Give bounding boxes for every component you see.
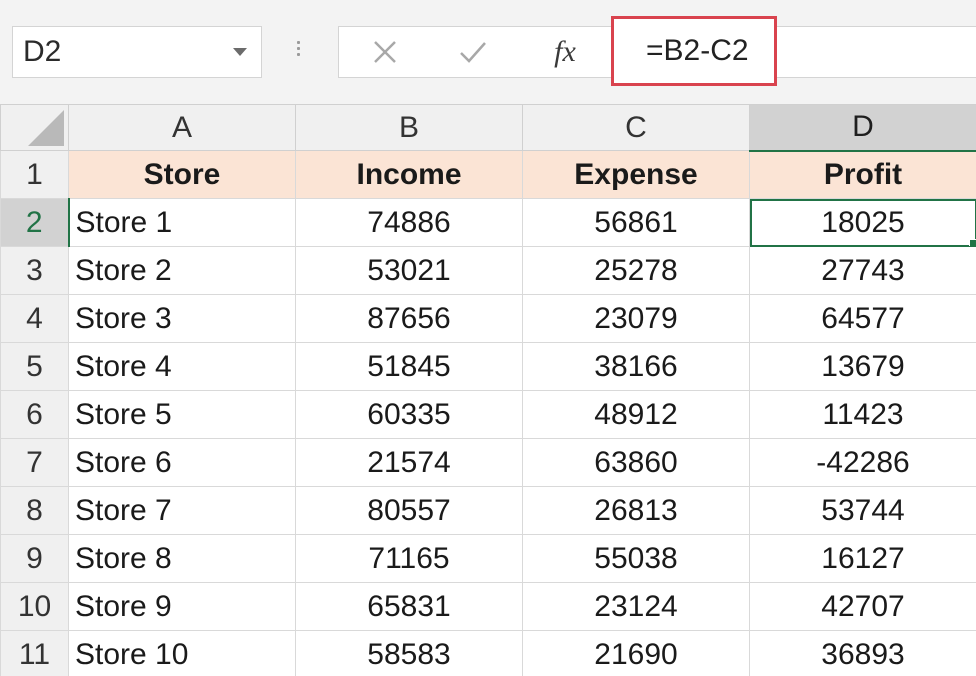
- column-header-b[interactable]: B: [295, 104, 523, 151]
- cell-expense[interactable]: 23124: [522, 582, 750, 631]
- cell-store[interactable]: Store 9: [68, 582, 296, 631]
- cell-store[interactable]: Store 4: [68, 342, 296, 391]
- cell-store[interactable]: Store 5: [68, 390, 296, 439]
- table-row: 10 Store 9 65831 23124 42707: [0, 582, 976, 631]
- header-cell-store[interactable]: Store: [68, 150, 296, 199]
- fill-handle[interactable]: [969, 239, 976, 246]
- table-row: 5 Store 4 51845 38166 13679: [0, 342, 976, 391]
- table-row: 6 Store 5 60335 48912 11423: [0, 390, 976, 439]
- cell-income[interactable]: 87656: [295, 294, 523, 343]
- cell-expense[interactable]: 21690: [522, 630, 750, 676]
- formula-input[interactable]: =B2-C2: [611, 16, 777, 86]
- cell-store[interactable]: Store 8: [68, 534, 296, 583]
- cell-store[interactable]: Store 7: [68, 486, 296, 535]
- cell-profit[interactable]: 53744: [749, 486, 976, 535]
- cell-expense[interactable]: 26813: [522, 486, 750, 535]
- row-header[interactable]: 1: [0, 150, 69, 199]
- select-all-button[interactable]: [0, 104, 69, 151]
- cell-income[interactable]: 65831: [295, 582, 523, 631]
- grip-icon[interactable]: [295, 38, 303, 68]
- column-header-a[interactable]: A: [68, 104, 296, 151]
- name-box[interactable]: D2: [12, 26, 262, 78]
- cell-income[interactable]: 51845: [295, 342, 523, 391]
- table-row: 11 Store 10 58583 21690 36893: [0, 630, 976, 676]
- insert-function-button[interactable]: fx: [535, 27, 595, 77]
- cell-expense[interactable]: 38166: [522, 342, 750, 391]
- fx-icon: fx: [554, 35, 576, 68]
- formula-bar: D2 fx =B2-C2: [0, 0, 976, 104]
- cell-income[interactable]: 53021: [295, 246, 523, 295]
- cell-profit[interactable]: 27743: [749, 246, 976, 295]
- cell-profit[interactable]: 42707: [749, 582, 976, 631]
- header-cell-profit[interactable]: Profit: [749, 150, 976, 199]
- chevron-down-icon[interactable]: [233, 48, 247, 56]
- row-header[interactable]: 9: [0, 534, 69, 583]
- cell-expense[interactable]: 48912: [522, 390, 750, 439]
- row-header[interactable]: 4: [0, 294, 69, 343]
- cell-profit[interactable]: -42286: [749, 438, 976, 487]
- table-row: 7 Store 6 21574 63860 -42286: [0, 438, 976, 487]
- cell-income[interactable]: 71165: [295, 534, 523, 583]
- x-icon: [374, 41, 396, 63]
- cell-profit[interactable]: 36893: [749, 630, 976, 676]
- cell-expense[interactable]: 63860: [522, 438, 750, 487]
- check-icon: [460, 42, 486, 63]
- cell-expense[interactable]: 56861: [522, 198, 750, 247]
- active-cell-profit[interactable]: 18025: [749, 198, 976, 247]
- cell-income[interactable]: 74886: [295, 198, 523, 247]
- select-all-triangle-icon: [28, 110, 64, 146]
- row-header[interactable]: 11: [0, 630, 69, 676]
- cancel-button[interactable]: [355, 27, 415, 77]
- cell-income[interactable]: 60335: [295, 390, 523, 439]
- row-header[interactable]: 5: [0, 342, 69, 391]
- column-header-d[interactable]: D: [749, 104, 976, 152]
- table-row: 3 Store 2 53021 25278 27743: [0, 246, 976, 295]
- cell-profit-value: 18025: [821, 205, 905, 239]
- cell-store[interactable]: Store 10: [68, 630, 296, 676]
- cell-store[interactable]: Store 2: [68, 246, 296, 295]
- column-header-row: A B C D: [0, 104, 976, 152]
- cell-store[interactable]: Store 1: [68, 198, 296, 247]
- formula-value: =B2-C2: [646, 34, 749, 67]
- enter-button[interactable]: [443, 27, 503, 77]
- cell-profit[interactable]: 64577: [749, 294, 976, 343]
- cell-income[interactable]: 80557: [295, 486, 523, 535]
- row-header[interactable]: 6: [0, 390, 69, 439]
- row-header[interactable]: 8: [0, 486, 69, 535]
- row-header[interactable]: 7: [0, 438, 69, 487]
- row-header[interactable]: 2: [0, 198, 70, 247]
- column-header-c[interactable]: C: [522, 104, 750, 151]
- cell-income[interactable]: 21574: [295, 438, 523, 487]
- table-row: 9 Store 8 71165 55038 16127: [0, 534, 976, 583]
- cell-profit[interactable]: 16127: [749, 534, 976, 583]
- cell-expense[interactable]: 25278: [522, 246, 750, 295]
- table-row: 4 Store 3 87656 23079 64577: [0, 294, 976, 343]
- row-header[interactable]: 3: [0, 246, 69, 295]
- cell-profit[interactable]: 11423: [749, 390, 976, 439]
- cell-income[interactable]: 58583: [295, 630, 523, 676]
- header-cell-income[interactable]: Income: [295, 150, 523, 199]
- header-cell-expense[interactable]: Expense: [522, 150, 750, 199]
- row-header[interactable]: 10: [0, 582, 69, 631]
- cell-store[interactable]: Store 3: [68, 294, 296, 343]
- table-row: 8 Store 7 80557 26813 53744: [0, 486, 976, 535]
- name-box-value: D2: [23, 35, 62, 68]
- table-header-row: 1 Store Income Expense Profit: [0, 150, 976, 199]
- spreadsheet-grid: A B C D 1 Store Income Expense Profit 2 …: [0, 104, 976, 676]
- table-row: 2 Store 1 74886 56861 18025: [0, 198, 976, 247]
- cell-expense[interactable]: 55038: [522, 534, 750, 583]
- cell-profit[interactable]: 13679: [749, 342, 976, 391]
- cell-store[interactable]: Store 6: [68, 438, 296, 487]
- cell-expense[interactable]: 23079: [522, 294, 750, 343]
